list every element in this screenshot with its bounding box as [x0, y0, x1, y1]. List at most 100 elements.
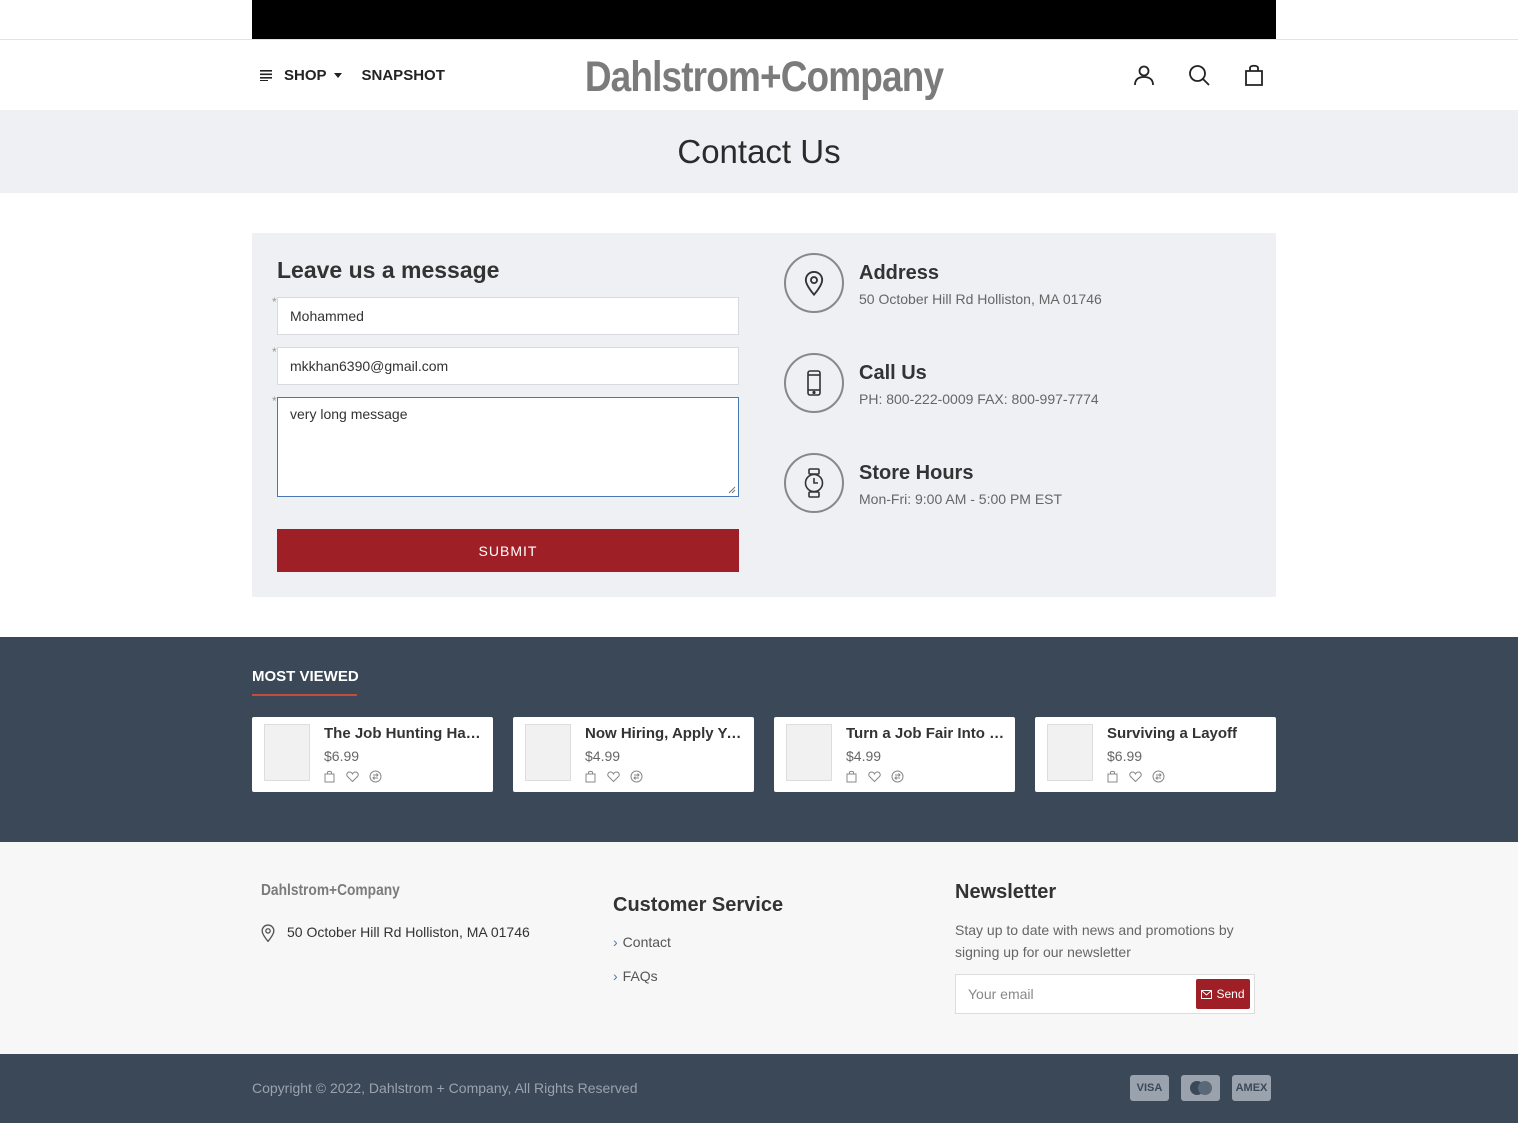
footer-link-contact[interactable]: › Contact [613, 934, 671, 950]
hours-info: Store Hours Mon-Fri: 9:00 AM - 5:00 PM E… [784, 453, 1254, 515]
send-label: Send [1216, 987, 1245, 1001]
copyright-text: Copyright © 2022, Dahlstrom + Company, A… [252, 1080, 638, 1096]
name-field[interactable]: Mohammed [277, 297, 739, 335]
page-banner: Contact Us [0, 110, 1518, 193]
add-to-cart-icon[interactable] [845, 770, 858, 783]
site-header: SHOP SNAPSHOT Dahlstrom+Company [252, 40, 1276, 110]
product-card[interactable]: Now Hiring, Apply Yourself! $4.99 [513, 717, 754, 792]
address-title: Address [859, 262, 940, 284]
shop-menu[interactable]: SHOP [260, 67, 352, 84]
newsletter-title: Newsletter [955, 881, 1057, 903]
footer-link-label: FAQs [622, 968, 658, 984]
email-value: mkkhan6390@gmail.com [290, 358, 449, 374]
required-marker: * [272, 295, 277, 309]
bottom-bar: Copyright © 2022, Dahlstrom + Company, A… [0, 1054, 1518, 1123]
product-actions [1106, 770, 1165, 783]
site-logo[interactable]: Dahlstrom+Company [585, 53, 944, 101]
product-name[interactable]: Now Hiring, Apply Yourself! [585, 725, 747, 742]
newsletter-form: Send [955, 974, 1255, 1014]
wishlist-heart-icon[interactable] [1129, 770, 1142, 783]
product-price: $6.99 [1107, 748, 1143, 764]
location-pin-icon [784, 253, 844, 313]
user-icon[interactable] [1132, 63, 1156, 87]
footer-link-label: Contact [622, 934, 671, 950]
wishlist-heart-icon[interactable] [868, 770, 881, 783]
footer-link-faqs[interactable]: › FAQs [613, 968, 658, 984]
compare-icon[interactable] [630, 770, 643, 783]
name-value: Mohammed [290, 308, 364, 324]
shop-label: SHOP [284, 66, 327, 84]
call-info: Call Us PH: 800-222-0009 FAX: 800-997-77… [784, 353, 1254, 415]
newsletter-send-button[interactable]: Send [1196, 979, 1250, 1009]
visa-label: VISA [1136, 1082, 1163, 1094]
resize-handle-icon[interactable] [728, 486, 736, 494]
chevron-right-icon: › [613, 968, 618, 984]
message-value: very long message [290, 406, 408, 422]
add-to-cart-icon[interactable] [584, 770, 597, 783]
newsletter-text: Stay up to date with news and promotions… [955, 922, 1234, 960]
visa-icon: VISA [1130, 1075, 1169, 1101]
product-actions [323, 770, 382, 783]
product-thumbnail[interactable] [1047, 724, 1093, 781]
most-viewed-title: MOST VIEWED [252, 668, 359, 685]
customer-service-title: Customer Service [613, 894, 784, 916]
watch-icon [784, 453, 844, 513]
compare-icon[interactable] [891, 770, 904, 783]
product-thumbnail[interactable] [264, 724, 310, 781]
amex-label: AMEX [1235, 1082, 1268, 1094]
product-name[interactable]: The Job Hunting Handbook [324, 725, 486, 742]
address-text: 50 October Hill Rd Holliston, MA 01746 [859, 291, 1102, 307]
search-icon[interactable] [1187, 63, 1211, 87]
chevron-right-icon: › [613, 934, 618, 950]
compare-icon[interactable] [1152, 770, 1165, 783]
product-card[interactable]: Surviving a Layoff $6.99 [1035, 717, 1276, 792]
payment-methods: VISA AMEX [1130, 1075, 1271, 1101]
product-name[interactable]: Turn a Job Fair Into a Job Offer [846, 725, 1008, 742]
amex-icon: AMEX [1232, 1075, 1271, 1101]
form-title: Leave us a message [277, 257, 500, 283]
newsletter-email-input[interactable] [956, 975, 1196, 1013]
product-price: $4.99 [585, 748, 621, 764]
product-price: $6.99 [324, 748, 360, 764]
envelope-icon [1201, 989, 1213, 999]
page-title: Contact Us [677, 132, 841, 170]
message-textarea[interactable]: very long message [277, 397, 739, 497]
wishlist-heart-icon[interactable] [346, 770, 359, 783]
hours-text: Mon-Fri: 9:00 AM - 5:00 PM EST [859, 491, 1063, 507]
address-info: Address 50 October Hill Rd Holliston, MA… [784, 253, 1254, 315]
top-announcement-bar [252, 0, 1276, 40]
mastercard-icon [1181, 1075, 1220, 1101]
email-field[interactable]: mkkhan6390@gmail.com [277, 347, 739, 385]
call-text: PH: 800-222-0009 FAX: 800-997-7774 [859, 391, 1099, 407]
product-card[interactable]: The Job Hunting Handbook $6.99 [252, 717, 493, 792]
primary-nav: SHOP SNAPSHOT [260, 40, 445, 110]
hamburger-icon [260, 70, 272, 81]
hours-title: Store Hours [859, 462, 974, 484]
header-actions [1132, 40, 1266, 110]
contact-panel: Leave us a message * Mohammed * mkkhan63… [252, 233, 1276, 597]
add-to-cart-icon[interactable] [1106, 770, 1119, 783]
site-footer: Dahlstrom+Company 50 October Hill Rd Hol… [0, 842, 1518, 1054]
chevron-down-icon [333, 72, 342, 78]
footer-address: 50 October Hill Rd Holliston, MA 01746 [287, 924, 530, 940]
required-marker: * [272, 345, 277, 359]
wishlist-heart-icon[interactable] [607, 770, 620, 783]
cart-icon[interactable] [1242, 63, 1266, 87]
add-to-cart-icon[interactable] [323, 770, 336, 783]
submit-button[interactable]: SUBMIT [277, 529, 739, 572]
product-thumbnail[interactable] [786, 724, 832, 781]
snapshot-link[interactable]: SNAPSHOT [362, 67, 445, 84]
product-card[interactable]: Turn a Job Fair Into a Job Offer $4.99 [774, 717, 1015, 792]
phone-icon [784, 353, 844, 413]
location-pin-icon [261, 924, 275, 943]
product-actions [584, 770, 643, 783]
product-price: $4.99 [846, 748, 882, 764]
required-marker: * [272, 394, 277, 408]
compare-icon[interactable] [369, 770, 382, 783]
product-actions [845, 770, 904, 783]
most-viewed-section: MOST VIEWED The Job Hunting Handbook $6.… [0, 637, 1518, 842]
footer-logo[interactable]: Dahlstrom+Company [261, 882, 400, 900]
product-thumbnail[interactable] [525, 724, 571, 781]
product-name[interactable]: Surviving a Layoff [1107, 725, 1269, 742]
section-underline [252, 694, 357, 696]
